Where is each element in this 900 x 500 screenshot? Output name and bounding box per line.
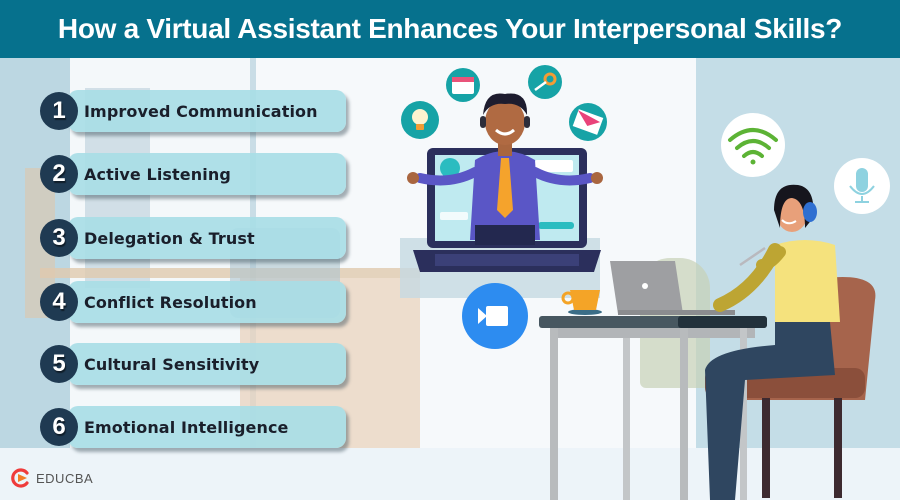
skill-item-1: 1 Improved Communication xyxy=(40,90,348,134)
skill-item-2: 2 Active Listening xyxy=(40,153,348,197)
skill-pill: Emotional Intelligence xyxy=(68,406,346,448)
skill-pill: Delegation & Trust xyxy=(68,217,346,259)
skill-label: Improved Communication xyxy=(84,101,318,121)
key-icon xyxy=(528,65,562,99)
educba-logo: EDUCBA xyxy=(10,467,93,489)
wifi-icon xyxy=(721,113,785,177)
skill-pill: Cultural Sensitivity xyxy=(68,343,346,385)
skill-label: Delegation & Trust xyxy=(84,228,255,248)
brand-name: EDUCBA xyxy=(36,470,94,486)
woman-at-desk-illustration xyxy=(539,113,890,500)
coffee-cup xyxy=(561,290,602,315)
lightbulb-icon xyxy=(401,101,439,139)
skill-item-3: 3 Delegation & Trust xyxy=(40,217,348,261)
skill-item-4: 4 Conflict Resolution xyxy=(40,281,348,325)
video-camera-icon xyxy=(462,283,528,349)
skill-pill: Improved Communication xyxy=(68,90,346,132)
skill-number-badge: 1 xyxy=(40,92,78,130)
title-banner: How a Virtual Assistant Enhances Your In… xyxy=(0,0,900,58)
page-title: How a Virtual Assistant Enhances Your In… xyxy=(57,13,843,44)
skill-label: Emotional Intelligence xyxy=(84,417,289,437)
skill-label: Cultural Sensitivity xyxy=(84,354,260,374)
skill-number-badge: 4 xyxy=(40,283,78,321)
skill-number-badge: 3 xyxy=(40,219,78,257)
skill-label: Conflict Resolution xyxy=(84,292,257,312)
skill-number-badge: 6 xyxy=(40,408,78,446)
skill-number-badge: 5 xyxy=(40,345,78,383)
microphone-icon xyxy=(834,158,890,214)
skill-label: Active Listening xyxy=(84,164,231,184)
skill-number-badge: 2 xyxy=(40,155,78,193)
woman-person xyxy=(705,184,840,500)
educba-logo-icon xyxy=(11,468,29,488)
calendar-icon xyxy=(446,68,480,102)
skill-item-5: 5 Cultural Sensitivity xyxy=(40,343,348,387)
skill-pill: Active Listening xyxy=(68,153,346,195)
skill-pill: Conflict Resolution xyxy=(68,281,346,323)
skill-item-6: 6 Emotional Intelligence xyxy=(40,406,348,450)
